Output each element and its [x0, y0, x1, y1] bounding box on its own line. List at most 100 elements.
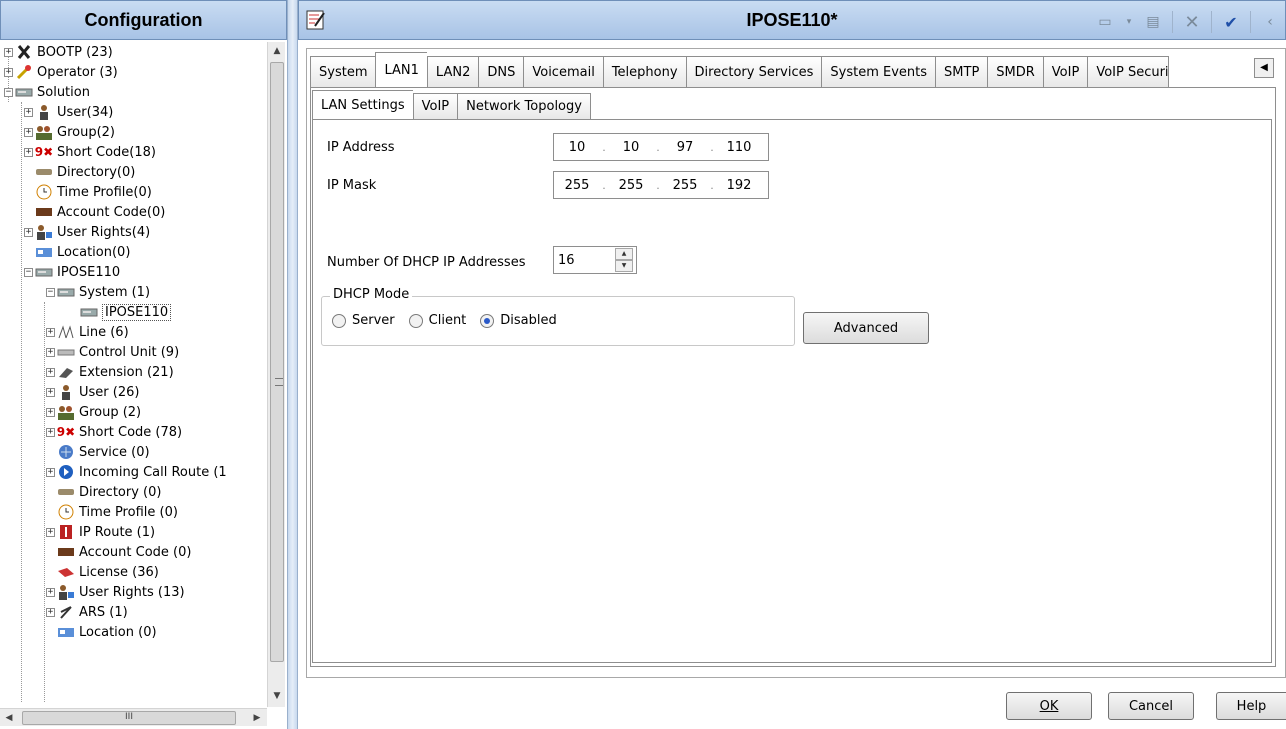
tree-item-time-profile[interactable]: Time Profile (0) [46, 502, 178, 522]
tab-system-events[interactable]: System Events [821, 56, 936, 88]
tree-item-license[interactable]: License (36) [46, 562, 159, 582]
tree-item-user-rights[interactable]: + User Rights(4) [24, 222, 150, 242]
tree-item-operator[interactable]: + Operator (3) [4, 62, 118, 82]
cancel-button[interactable]: Cancel [1108, 692, 1194, 720]
collapse-icon[interactable]: − [46, 287, 55, 297]
tab-smdr[interactable]: SMDR [987, 56, 1043, 88]
service-icon [57, 444, 75, 460]
expand-icon[interactable]: + [46, 427, 55, 437]
back-icon[interactable]: ‹ [1259, 10, 1281, 34]
tree-item-short-code[interactable]: + 9✖ Short Code (78) [46, 422, 182, 442]
tab-lan2[interactable]: LAN2 [426, 56, 479, 88]
expand-icon[interactable]: + [46, 587, 55, 597]
expand-icon[interactable]: + [24, 227, 33, 237]
dhcp-mode-server-radio[interactable]: Server [332, 313, 395, 328]
validate-check-icon[interactable]: ✔ [1220, 10, 1242, 34]
tree-item-time-profile[interactable]: Time Profile(0) [24, 182, 152, 202]
advanced-button[interactable]: Advanced [803, 312, 929, 344]
tab-voip-security[interactable]: VoIP Securit [1087, 56, 1170, 88]
ip-mask-field[interactable]: 255. 255. 255. 192 [553, 171, 769, 199]
tree-item-account-code[interactable]: Account Code (0) [46, 542, 191, 562]
subtab-network-topology[interactable]: Network Topology [457, 93, 591, 120]
tree-item-system-node[interactable]: IPOSE110 [80, 302, 172, 322]
tree-item-ip-route[interactable]: + IP Route (1) [46, 522, 155, 542]
new-record-icon[interactable]: ▭ [1094, 10, 1116, 34]
tab-voicemail[interactable]: Voicemail [523, 56, 603, 88]
tree-item-group[interactable]: + Group(2) [24, 122, 115, 142]
configuration-pane: Configuration + BOOTP (23) + Operator (3… [0, 0, 290, 729]
tree-item-service[interactable]: Service (0) [46, 442, 150, 462]
tree-item-line[interactable]: + Line (6) [46, 322, 129, 342]
expand-icon[interactable]: + [46, 367, 55, 377]
tree-item-location[interactable]: Location (0) [46, 622, 157, 642]
tree-item-directory[interactable]: Directory (0) [46, 482, 161, 502]
collapse-icon[interactable]: − [4, 87, 13, 97]
tree-item-user[interactable]: + User (26) [46, 382, 139, 402]
tree-item-label: License (36) [79, 564, 159, 580]
delete-icon[interactable]: ✕ [1181, 10, 1203, 34]
tab-telephony[interactable]: Telephony [602, 56, 686, 88]
collapse-icon[interactable]: − [24, 267, 33, 277]
expand-icon[interactable]: + [4, 47, 13, 57]
expand-icon[interactable]: + [46, 607, 55, 617]
tree-item-ars[interactable]: + ARS (1) [46, 602, 128, 622]
tree-item-user-rights[interactable]: + User Rights (13) [46, 582, 185, 602]
scroll-thumb[interactable] [270, 62, 284, 662]
tree-item-label: ARS (1) [79, 604, 128, 620]
tab-lan1[interactable]: LAN1 [375, 52, 427, 88]
expand-icon[interactable]: + [24, 147, 33, 157]
scroll-down-icon[interactable]: ▼ [268, 687, 286, 705]
tree-item-short-code[interactable]: + 9✖ Short Code(18) [24, 142, 156, 162]
tab-dns[interactable]: DNS [478, 56, 524, 88]
tab-system[interactable]: System [310, 56, 376, 88]
scroll-up-icon[interactable]: ▲ [268, 42, 286, 60]
ok-button[interactable]: OK [1006, 692, 1092, 720]
dropdown-arrow-icon[interactable]: ▾ [1118, 10, 1140, 34]
tree-item-ipose110[interactable]: − IPOSE110 [24, 262, 120, 282]
expand-icon[interactable]: + [24, 127, 33, 137]
spin-up-icon[interactable]: ▲ [615, 248, 633, 260]
tree-item-location[interactable]: Location(0) [24, 242, 130, 262]
expand-icon[interactable]: + [46, 347, 55, 357]
tab-scroll-left-icon[interactable]: ◀ [1254, 58, 1274, 78]
expand-icon[interactable]: + [46, 407, 55, 417]
tab-voip[interactable]: VoIP [1042, 56, 1088, 88]
pane-splitter[interactable] [287, 0, 298, 729]
dhcp-count-value: 16 [558, 252, 575, 268]
tree-item-incoming-call-route[interactable]: + Incoming Call Route (1 [46, 462, 227, 482]
tree-item-group[interactable]: + Group (2) [46, 402, 141, 422]
expand-icon[interactable]: + [24, 107, 33, 117]
tree-horizontal-scrollbar[interactable]: ◀ III ▶ [0, 708, 267, 726]
configuration-tree[interactable]: + BOOTP (23) + Operator (3) − Solution +… [4, 42, 266, 707]
subtab-voip[interactable]: VoIP [412, 93, 458, 120]
tree-item-extension[interactable]: + Extension (21) [46, 362, 174, 382]
dhcp-mode-disabled-radio[interactable]: Disabled [480, 313, 557, 328]
expand-icon[interactable]: + [46, 527, 55, 537]
help-button[interactable]: Help [1216, 692, 1286, 720]
scroll-right-icon[interactable]: ▶ [248, 709, 266, 727]
expand-icon[interactable]: + [46, 467, 55, 477]
scroll-left-icon[interactable]: ◀ [0, 709, 18, 727]
scroll-thumb[interactable]: III [22, 711, 236, 725]
ip-mask-octet: 255 [618, 177, 644, 193]
ip-address-field[interactable]: 10. 10. 97. 110 [553, 133, 769, 161]
system-icon [57, 284, 75, 300]
dhcp-count-stepper[interactable]: 16 ▲ ▼ [553, 246, 637, 274]
tree-item-user[interactable]: + User(34) [24, 102, 113, 122]
expand-icon[interactable]: + [4, 67, 13, 77]
dhcp-mode-client-radio[interactable]: Client [408, 313, 466, 328]
tree-item-solution[interactable]: − Solution [4, 82, 90, 102]
tab-smtp[interactable]: SMTP [935, 56, 988, 88]
subtab-lan-settings[interactable]: LAN Settings [312, 90, 413, 120]
export-icon[interactable]: ▤ [1142, 10, 1164, 34]
spin-down-icon[interactable]: ▼ [615, 260, 633, 272]
tree-vertical-scrollbar[interactable]: ▲ ▼ [267, 42, 285, 707]
tab-directory-services[interactable]: Directory Services [685, 56, 822, 88]
tree-item-bootp[interactable]: + BOOTP (23) [4, 42, 113, 62]
tree-item-control-unit[interactable]: + Control Unit (9) [46, 342, 179, 362]
tree-item-system[interactable]: − System (1) [46, 282, 150, 302]
expand-icon[interactable]: + [46, 387, 55, 397]
expand-icon[interactable]: + [46, 327, 55, 337]
tree-item-account-code[interactable]: Account Code(0) [24, 202, 165, 222]
tree-item-directory[interactable]: Directory(0) [24, 162, 135, 182]
